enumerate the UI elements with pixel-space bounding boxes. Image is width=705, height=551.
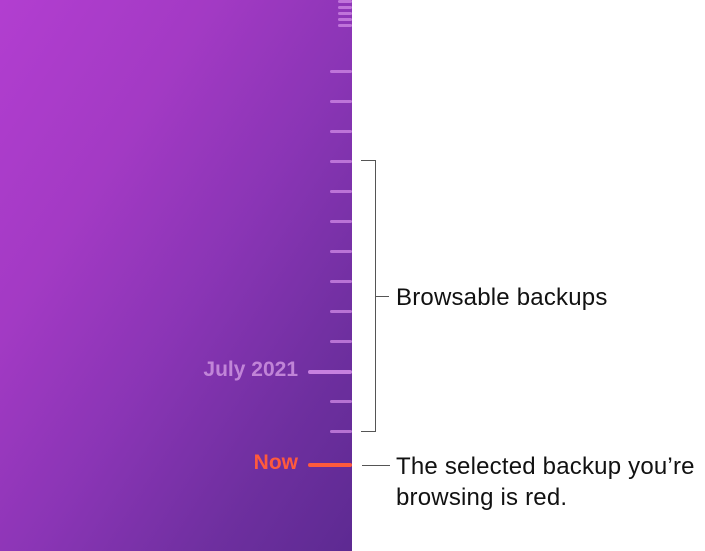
- timeline-tick[interactable]: [330, 310, 352, 313]
- timeline-tick[interactable]: [338, 24, 352, 27]
- bracket-browsable: [362, 160, 376, 432]
- timeline-tick-now[interactable]: [308, 463, 352, 467]
- timeline-panel: July 2021 Now: [0, 0, 352, 551]
- timeline-tick[interactable]: [330, 160, 352, 163]
- annotation-selected: The selected backup you’re browsing is r…: [396, 451, 696, 513]
- timeline-tick[interactable]: [330, 280, 352, 283]
- now-label: Now: [254, 451, 298, 475]
- month-label: July 2021: [203, 358, 298, 382]
- timeline-tick[interactable]: [338, 12, 352, 15]
- timeline-tick[interactable]: [338, 0, 352, 3]
- timeline-tick[interactable]: [330, 250, 352, 253]
- timeline-tick[interactable]: [330, 220, 352, 223]
- timeline-tick[interactable]: [330, 190, 352, 193]
- annotation-browsable: Browsable backups: [396, 282, 608, 313]
- leader-selected: [362, 465, 390, 466]
- timeline-tick[interactable]: [330, 100, 352, 103]
- timeline-tick[interactable]: [330, 70, 352, 73]
- timeline-tick[interactable]: [330, 130, 352, 133]
- timeline-tick[interactable]: [330, 400, 352, 403]
- timeline-tick[interactable]: [338, 18, 352, 21]
- timeline-tick[interactable]: [330, 340, 352, 343]
- timeline-tick[interactable]: [330, 430, 352, 433]
- timeline-tick[interactable]: [338, 6, 352, 9]
- timeline-tick-month[interactable]: [308, 370, 352, 374]
